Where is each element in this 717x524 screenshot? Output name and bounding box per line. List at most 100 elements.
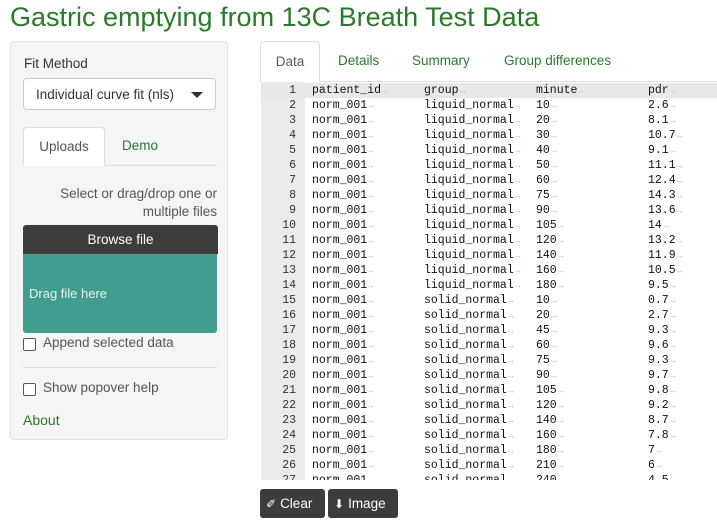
table-cell: 180	[536, 444, 557, 457]
clear-button[interactable]: ✐ Clear	[260, 489, 325, 518]
tab-marker-icon: →	[558, 446, 564, 456]
tab-marker-icon: →	[670, 474, 675, 480]
tab-marker-icon: →	[551, 311, 557, 321]
upload-hint: Select or drag/drop one or multiple file…	[60, 186, 217, 219]
popover-help-checkbox[interactable]	[23, 383, 36, 396]
tab-marker-icon: →	[368, 116, 374, 126]
tab-marker-icon: →	[508, 341, 514, 351]
tab-marker-icon: →	[368, 251, 374, 261]
table-row: 23 norm_001 → solid_normal → 140 → 8.7 →	[261, 413, 717, 428]
tab-marker-icon: →	[551, 356, 557, 366]
table-row: 26 norm_001 → solid_normal → 210 → 6 →	[261, 458, 717, 473]
tab-marker-icon: →	[551, 206, 557, 216]
tab-marker-icon: →	[508, 311, 514, 321]
tab-marker-icon: →	[368, 446, 374, 456]
tab-uploads[interactable]: Uploads	[23, 127, 105, 166]
tab-marker-icon: →	[515, 206, 521, 216]
tab-details[interactable]: Details	[338, 41, 379, 81]
table-cell: 14	[648, 219, 662, 232]
tab-marker-icon: →	[551, 101, 557, 111]
tab-marker-icon: →	[368, 146, 374, 156]
fit-method-select[interactable]: Individual curve fit (nls)	[23, 78, 216, 110]
tab-marker-icon: →	[670, 416, 676, 426]
tab-data[interactable]: Data	[260, 41, 320, 82]
data-editor[interactable]: 1 patient_id → group → minute → pdr → 2 norm_001 → l…	[261, 82, 717, 480]
line-number: 15	[282, 294, 296, 307]
about-link[interactable]: About	[23, 412, 60, 428]
sidebar: Fit Method Individual curve fit (nls) Up…	[10, 41, 228, 440]
browse-file-button[interactable]: Browse file	[23, 225, 218, 254]
main-tabs: Data Details Summary Group differences	[260, 41, 717, 82]
table-header-row: 1 patient_id → group → minute → pdr →	[261, 83, 717, 98]
image-label: Image	[348, 496, 386, 511]
line-number: 8	[289, 189, 296, 202]
table-row: 12 norm_001 → liquid_normal → 140 → 11.9 →	[261, 248, 717, 263]
table-cell: 120	[536, 234, 557, 247]
tab-marker-icon: →	[368, 371, 374, 381]
table-cell: 10.7	[648, 129, 676, 142]
tab-marker-icon: →	[656, 461, 662, 471]
table-cell: 9.7	[648, 369, 669, 382]
tab-marker-icon: →	[670, 101, 676, 111]
line-number: 11	[282, 234, 296, 247]
table-cell: solid_normal	[424, 294, 507, 307]
table-cell: 30	[536, 129, 550, 142]
tab-marker-icon: →	[670, 311, 676, 321]
tab-marker-icon: →	[558, 401, 564, 411]
tab-marker-icon: →	[368, 341, 374, 351]
image-button[interactable]: ⬇ Image	[328, 489, 398, 518]
tab-marker-icon: →	[508, 431, 514, 441]
table-cell: 10	[536, 99, 550, 112]
tab-marker-icon: →	[677, 206, 683, 216]
tab-marker-icon: →	[508, 356, 514, 366]
popover-help-label: Show popover help	[43, 380, 159, 395]
table-row: 27norm_001→solid_normal→240→4.5→	[261, 473, 717, 480]
tab-marker-icon: →	[508, 461, 514, 471]
tab-marker-icon: →	[508, 296, 514, 306]
file-dropzone[interactable]: Drag file here	[23, 254, 217, 333]
table-cell: 180	[536, 279, 557, 292]
line-number: 23	[282, 414, 296, 427]
line-number: 10	[282, 219, 296, 232]
tab-marker-icon: →	[551, 176, 557, 186]
tab-marker-icon: →	[368, 386, 374, 396]
tab-marker-icon: →	[670, 296, 676, 306]
append-label: Append selected data	[43, 335, 174, 350]
table-cell: norm_001	[312, 249, 368, 262]
tab-marker-icon: →	[368, 236, 374, 246]
download-icon: ⬇	[334, 497, 345, 511]
tab-marker-icon: →	[368, 416, 374, 426]
table-cell: liquid_normal	[424, 189, 514, 202]
line-number: 4	[289, 129, 296, 142]
append-checkbox[interactable]	[23, 338, 36, 351]
table-cell: 7	[648, 444, 655, 457]
tab-summary[interactable]: Summary	[412, 41, 470, 81]
tab-marker-icon: →	[515, 236, 521, 246]
table-cell: solid_normal	[424, 429, 507, 442]
tab-marker-icon: →	[368, 101, 374, 111]
tab-marker-icon: →	[558, 431, 564, 441]
table-cell: 13.2	[648, 234, 676, 247]
line-number: 12	[282, 249, 296, 262]
table-row: 10 norm_001 → liquid_normal → 105 → 14 →	[261, 218, 717, 233]
table-cell: 105	[536, 384, 557, 397]
table-cell: 140	[536, 414, 557, 427]
table-cell: solid_normal	[424, 414, 507, 427]
table-cell: 0.7	[648, 294, 669, 307]
tab-marker-icon: →	[508, 446, 514, 456]
tab-group-differences[interactable]: Group differences	[504, 41, 611, 81]
dropzone-label: Drag file here	[29, 286, 108, 301]
table-cell: 6	[648, 459, 655, 472]
table-row: 7 norm_001 → liquid_normal → 60 → 12.4 →	[261, 173, 717, 188]
table-row: 24 norm_001 → solid_normal → 160 → 7.8 →	[261, 428, 717, 443]
table-cell: norm_001	[312, 309, 368, 322]
table-cell: norm_001	[312, 264, 368, 277]
table-cell: norm_001	[312, 234, 368, 247]
header-cell: minute	[536, 84, 578, 97]
table-cell: norm_001	[312, 294, 368, 307]
tab-demo[interactable]: Demo	[105, 127, 175, 165]
tab-marker-icon: →	[558, 386, 564, 396]
line-number: 19	[282, 354, 296, 367]
tab-marker-icon: →	[515, 161, 521, 171]
table-row: 3 norm_001 → liquid_normal → 20 → 8.1 →	[261, 113, 717, 128]
